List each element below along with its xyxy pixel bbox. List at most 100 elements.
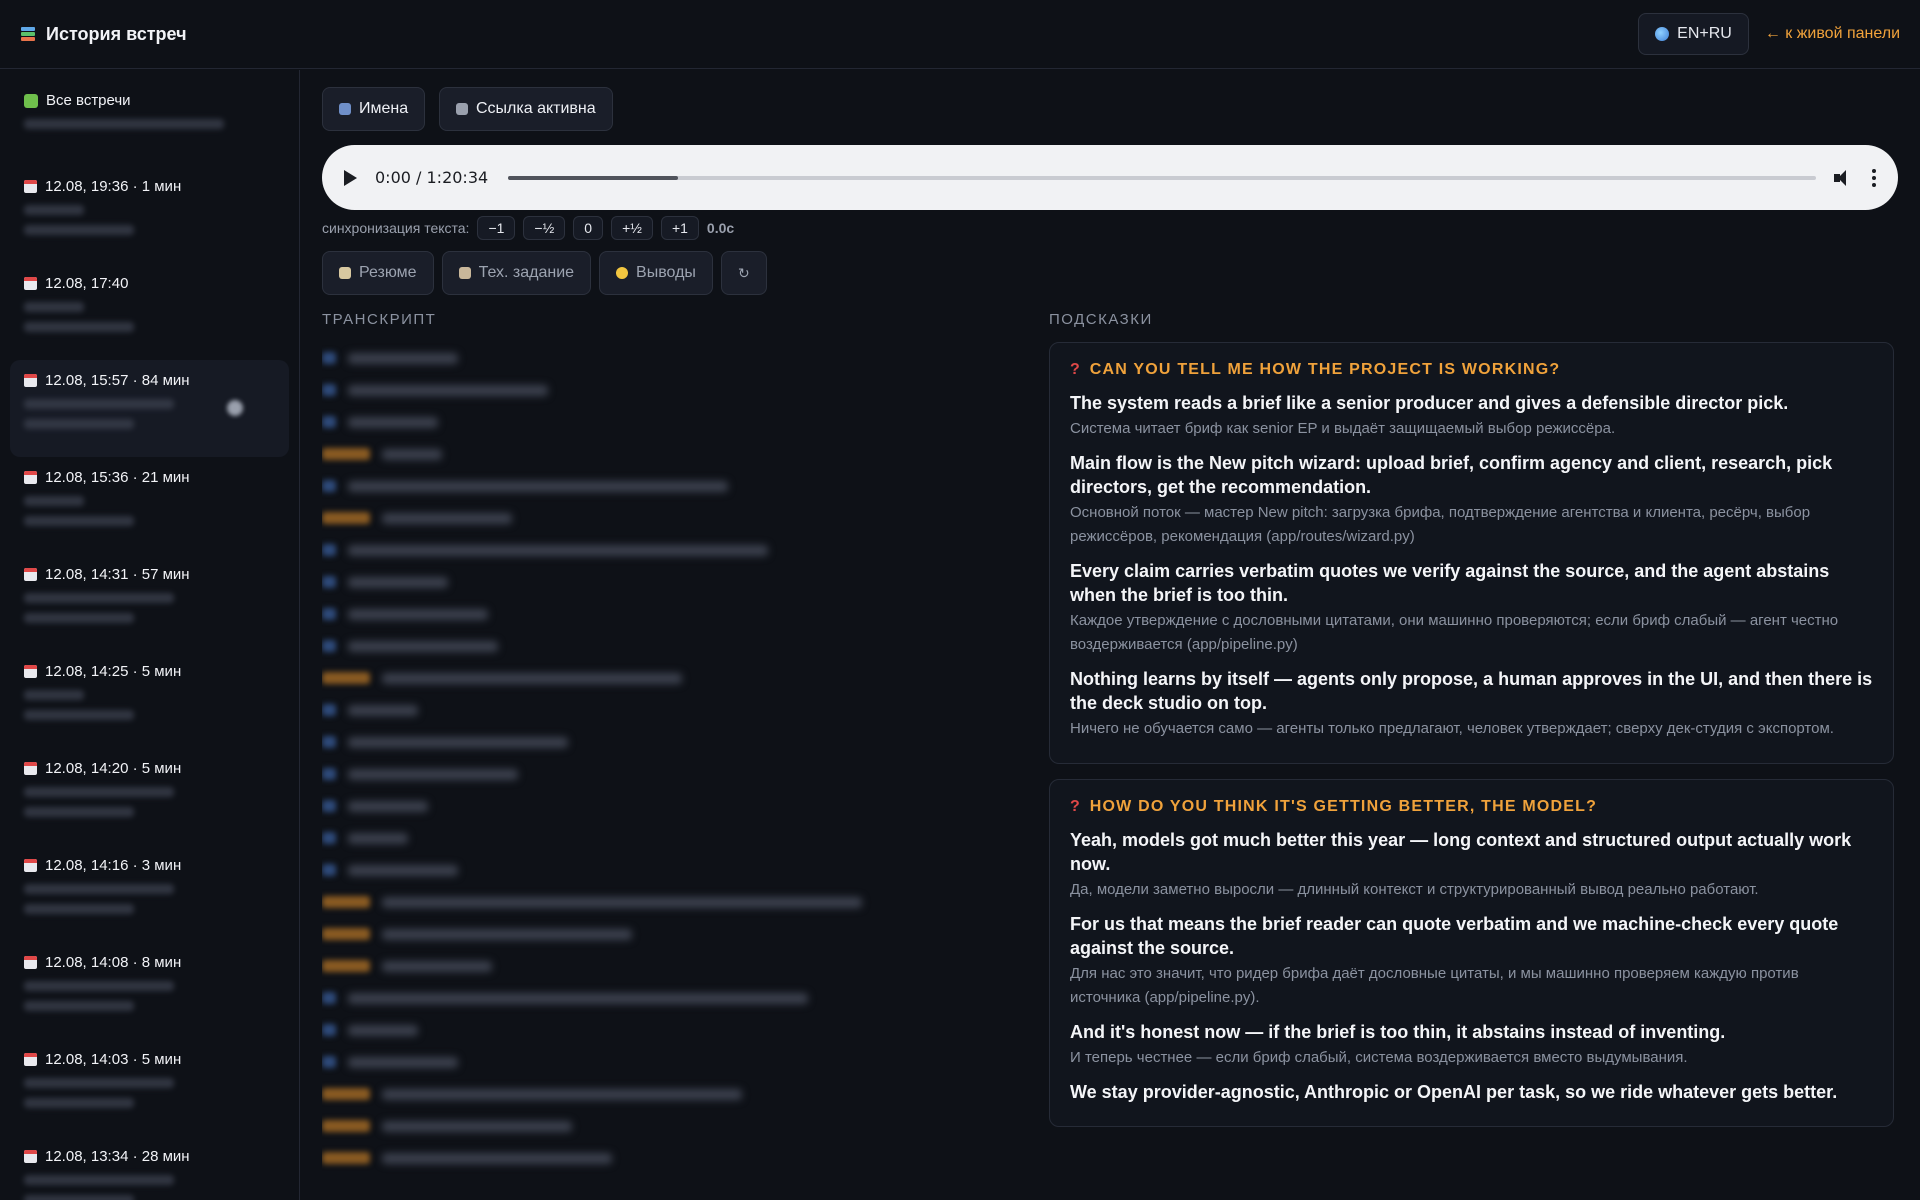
- hint-answer-en: For us that means the brief reader can q…: [1070, 914, 1839, 958]
- text-sync-controls: синхронизация текста: −1 −½ 0 +½ +1 0.0с: [322, 216, 734, 240]
- transcript-line: [322, 1014, 882, 1046]
- sidebar-item-all-meetings[interactable]: Все встречи: [10, 80, 289, 166]
- redacted-text: [348, 992, 808, 1004]
- redacted-text: [348, 416, 438, 428]
- transcript-line: [322, 886, 882, 918]
- speaker-marker: [322, 928, 370, 940]
- calendar-icon: [24, 665, 37, 678]
- speaker-marker: [322, 576, 336, 588]
- redacted-text: [382, 512, 512, 524]
- redacted-text: [382, 1088, 742, 1100]
- language-toggle-button[interactable]: EN+RU: [1638, 13, 1749, 55]
- redacted-text: [348, 832, 408, 844]
- hint-answer-ru: Да, модели заметно выросли — длинный кон…: [1070, 881, 1759, 898]
- page-title: История встреч: [46, 23, 187, 44]
- speaker-marker: [322, 832, 336, 844]
- transcript-line: [322, 1142, 882, 1174]
- back-to-live-panel-link[interactable]: ← к живой панели: [1765, 25, 1900, 43]
- globe-icon: [1655, 27, 1670, 41]
- sidebar-item-meeting-active[interactable]: 12.08, 15:57 · 84 мин: [10, 360, 289, 457]
- books-icon: [20, 26, 36, 42]
- speaker-marker: [322, 544, 336, 556]
- redacted-text: [382, 1152, 612, 1164]
- calendar-icon: [24, 956, 37, 969]
- speaker-marker: [322, 704, 336, 716]
- redacted-text: [348, 800, 428, 812]
- sync-minus-one-button[interactable]: −1: [477, 216, 516, 240]
- transcript-line: [322, 598, 882, 630]
- playback-time: 0:00 / 1:20:34: [375, 168, 489, 187]
- spec-button[interactable]: Тех. задание: [441, 251, 592, 295]
- question-mark-icon: ?: [1070, 361, 1080, 378]
- hint-answer-ru: Для нас это значит, что ридер брифа даёт…: [1070, 965, 1799, 1006]
- redacted-text: [348, 352, 458, 364]
- calendar-icon: [24, 568, 37, 581]
- conclusions-label: Выводы: [636, 264, 696, 281]
- sync-plus-half-button[interactable]: +½: [611, 216, 653, 240]
- sidebar-item-meeting[interactable]: 12.08, 19:36 · 1 мин: [10, 166, 289, 263]
- more-options-icon[interactable]: [1872, 168, 1876, 187]
- seek-bar[interactable]: [508, 175, 1816, 180]
- sidebar-item-meeting[interactable]: 12.08, 13:34 · 28 мин: [10, 1136, 289, 1200]
- speaker-marker: [322, 992, 336, 1004]
- sidebar-item-meeting[interactable]: 12.08, 17:40: [10, 263, 289, 360]
- speaker-marker: [322, 896, 370, 908]
- transcript-line: [322, 630, 882, 662]
- speaker-marker: [322, 864, 336, 876]
- redacted-text: [24, 787, 174, 797]
- summary-button[interactable]: Резюме: [322, 251, 434, 295]
- sync-minus-half-button[interactable]: −½: [523, 216, 566, 240]
- speaker-marker: [322, 640, 336, 652]
- meetings-sidebar: Все встречи 12.08, 19:36 · 1 мин 12.08, …: [0, 70, 300, 1200]
- speaker-marker: [322, 352, 336, 364]
- hint-answer-ru: Система читает бриф как senior EP и выда…: [1070, 420, 1616, 437]
- sidebar-item-meeting[interactable]: 12.08, 14:03 · 5 мин: [10, 1039, 289, 1136]
- speaker-marker: [322, 672, 370, 684]
- clipboard-icon: [458, 267, 471, 279]
- redacted-text: [348, 608, 488, 620]
- redacted-text: [24, 225, 134, 235]
- transcript-line: [322, 758, 882, 790]
- hints-heading: ПОДСКАЗКИ: [1049, 311, 1153, 328]
- summary-label: Резюме: [359, 264, 417, 281]
- calendar-icon: [24, 374, 37, 387]
- transcript-line: [322, 342, 882, 374]
- speaker-marker: [322, 768, 336, 780]
- hint-answer-en: We stay provider-agnostic, Anthropic or …: [1070, 1082, 1838, 1102]
- status-dot-icon: [227, 400, 243, 416]
- sync-label: синхронизация текста:: [322, 220, 470, 236]
- sidebar-item-meeting[interactable]: 12.08, 14:16 · 3 мин: [10, 845, 289, 942]
- sidebar-item-label: 12.08, 14:31 · 57 мин: [45, 566, 190, 583]
- conclusions-button[interactable]: Выводы: [599, 251, 713, 295]
- transcript-line: [322, 662, 882, 694]
- redacted-text: [24, 904, 134, 914]
- sidebar-item-meeting[interactable]: 12.08, 14:25 · 5 мин: [10, 651, 289, 748]
- sync-reset-button[interactable]: 0: [573, 216, 604, 240]
- redacted-text: [24, 1001, 134, 1011]
- sidebar-item-meeting[interactable]: 12.08, 14:20 · 5 мин: [10, 748, 289, 845]
- calendar-icon: [24, 277, 37, 290]
- share-link-button[interactable]: Ссылка активна: [439, 87, 613, 131]
- calendar-icon: [24, 859, 37, 872]
- speaker-marker: [322, 1024, 336, 1036]
- redacted-text: [348, 864, 458, 876]
- redacted-text: [382, 1120, 572, 1132]
- refresh-button[interactable]: ↻: [720, 251, 767, 295]
- names-button[interactable]: Имена: [322, 87, 426, 131]
- sidebar-item-meeting[interactable]: 12.08, 15:36 · 21 мин: [10, 457, 289, 554]
- speaker-marker: [322, 800, 336, 812]
- transcript-line: [322, 822, 882, 854]
- play-icon[interactable]: [344, 169, 357, 186]
- sidebar-item-label: 12.08, 15:57 · 84 мин: [45, 372, 190, 389]
- sync-plus-one-button[interactable]: +1: [660, 216, 699, 240]
- question-mark-icon: ?: [1070, 798, 1080, 815]
- lightbulb-icon: [616, 267, 629, 279]
- redacted-text: [24, 593, 174, 603]
- transcript-line: [322, 982, 882, 1014]
- speaker-marker: [322, 512, 370, 524]
- sidebar-item-meeting[interactable]: 12.08, 14:08 · 8 мин: [10, 942, 289, 1039]
- sidebar-item-meeting[interactable]: 12.08, 14:31 · 57 мин: [10, 554, 289, 651]
- transcript-panel: [322, 342, 882, 1200]
- volume-icon[interactable]: [1834, 169, 1854, 187]
- redacted-text: [24, 884, 174, 894]
